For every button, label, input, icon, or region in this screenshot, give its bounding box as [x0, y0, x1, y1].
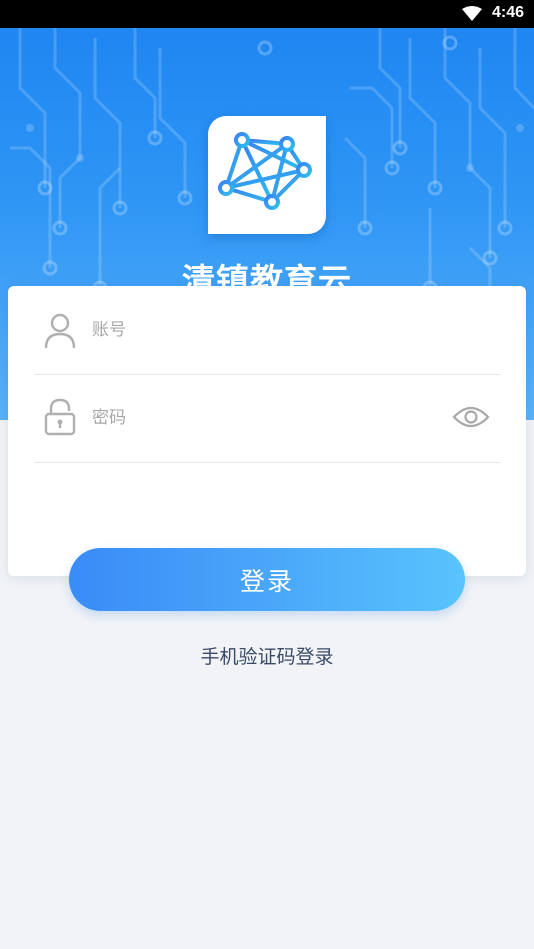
- eye-icon[interactable]: [452, 404, 490, 430]
- wifi-icon: [462, 6, 482, 21]
- status-bar: 4:46: [0, 0, 534, 28]
- lock-icon: [44, 398, 76, 436]
- account-field-row: [34, 286, 500, 375]
- login-button[interactable]: 登录: [69, 548, 465, 611]
- password-field-row: [34, 374, 500, 463]
- network-logo-icon: [218, 132, 312, 210]
- status-time: 4:46: [491, 4, 524, 21]
- login-card: [8, 286, 526, 576]
- account-input[interactable]: [90, 314, 434, 346]
- user-icon: [44, 313, 76, 349]
- app-logo: [208, 116, 326, 234]
- sms-login-link[interactable]: 手机验证码登录: [0, 642, 534, 669]
- password-input[interactable]: [90, 402, 434, 434]
